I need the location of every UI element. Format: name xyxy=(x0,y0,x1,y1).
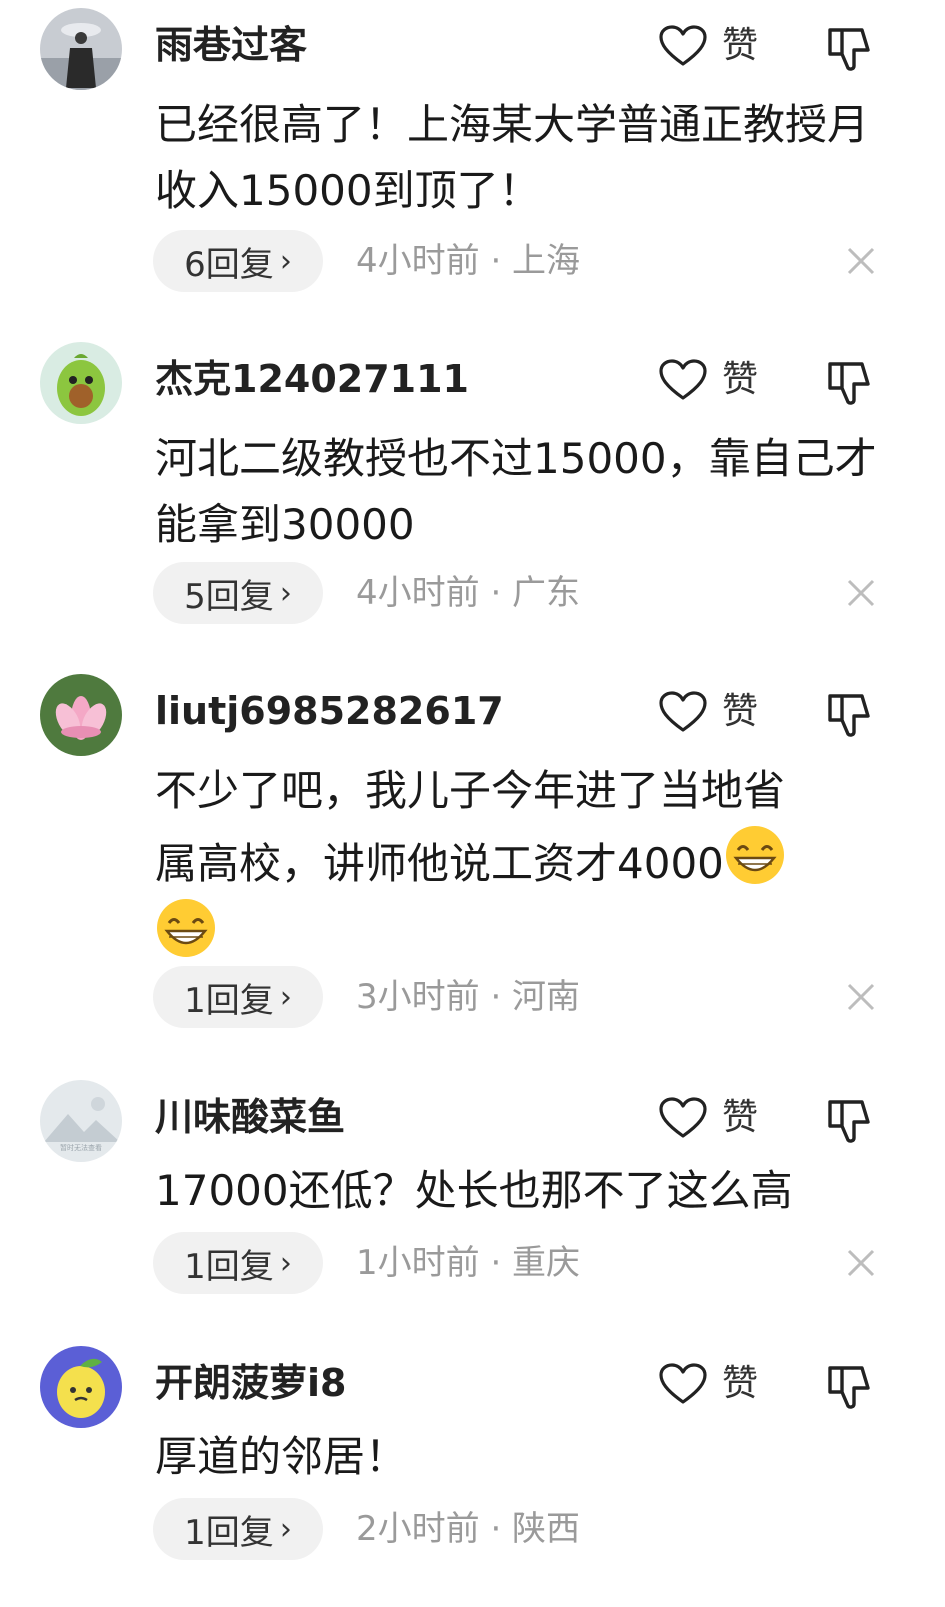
comment-text: 厚道的邻居！ xyxy=(155,1432,408,1481)
like-button[interactable]: 赞 xyxy=(658,1362,758,1406)
chevron-right-icon: › xyxy=(279,1245,292,1281)
username[interactable]: 杰克124027111 xyxy=(155,354,469,404)
avatar-caption: 暂时无法查看 xyxy=(60,1143,102,1152)
time-location: 4小时前 · 广东 xyxy=(356,573,581,613)
replies-label: 1回复 xyxy=(184,980,274,1021)
close-icon[interactable] xyxy=(845,245,877,277)
time-location: 4小时前 · 上海 xyxy=(356,241,581,281)
comment-text: 不少了吧，我儿子今年进了当地省 属高校，讲师他说工资才4000 xyxy=(155,758,885,970)
thumbs-down-icon xyxy=(828,28,870,71)
username[interactable]: liutj6985282617 xyxy=(155,686,504,736)
chevron-right-icon: › xyxy=(279,979,292,1015)
replies-button[interactable]: 6回复 › xyxy=(153,230,323,292)
thumbs-down-icon xyxy=(828,694,870,737)
close-icon[interactable] xyxy=(845,1247,877,1279)
username[interactable]: 雨巷过客 xyxy=(155,20,307,70)
time-location: 2小时前 · 陕西 xyxy=(356,1509,581,1549)
dislike-button[interactable] xyxy=(824,688,876,740)
chevron-right-icon: › xyxy=(279,575,292,611)
like-label: 赞 xyxy=(722,25,759,66)
heart-outline-icon xyxy=(659,691,707,732)
comment-meta: 6回复 › 4小时前 · 上海 xyxy=(153,230,893,292)
heart-outline-icon xyxy=(659,359,707,400)
time-location: 1小时前 · 重庆 xyxy=(356,1243,581,1283)
comment-text: 17000还低？处长也那不了这么高 xyxy=(155,1166,793,1215)
like-button[interactable]: 赞 xyxy=(658,1096,758,1140)
comment-text-line: 属高校，讲师他说工资才4000 xyxy=(155,839,724,888)
dislike-button[interactable] xyxy=(824,1360,876,1412)
thumbs-down-icon xyxy=(828,362,870,405)
avocado-avatar[interactable] xyxy=(40,342,122,424)
comment-text: 已经很高了！上海某大学普通正教授月收入15000到顶了！ xyxy=(155,100,870,215)
man-in-rain-avatar[interactable] xyxy=(40,8,122,90)
like-button[interactable]: 赞 xyxy=(658,690,758,734)
chevron-right-icon: › xyxy=(279,243,292,279)
replies-button[interactable]: 1回复 › xyxy=(153,1232,323,1294)
username[interactable]: 川味酸菜鱼 xyxy=(155,1092,345,1142)
comment-text: 河北二级教授也不过15000，靠自己才能拿到30000 xyxy=(155,434,877,549)
like-label: 赞 xyxy=(722,1097,759,1138)
replies-button[interactable]: 5回复 › xyxy=(153,562,323,624)
close-icon[interactable] xyxy=(845,981,877,1013)
like-label: 赞 xyxy=(722,1363,759,1404)
replies-label: 1回复 xyxy=(184,1512,274,1553)
comment-meta: 1回复 › 3小时前 · 河南 xyxy=(153,966,893,1028)
comment-meta: 1回复 › 2小时前 · 陕西 xyxy=(153,1498,893,1560)
comment-text-line xyxy=(155,897,885,970)
dislike-button[interactable] xyxy=(824,356,876,408)
comment-text-line-with-emoji: 属高校，讲师他说工资才4000 xyxy=(155,824,885,897)
heart-outline-icon xyxy=(659,1363,707,1404)
time-location: 3小时前 · 河南 xyxy=(356,977,581,1017)
like-label: 赞 xyxy=(722,359,759,400)
comment-meta: 5回复 › 4小时前 · 广东 xyxy=(153,562,893,624)
replies-label: 1回复 xyxy=(184,1246,274,1287)
like-button[interactable]: 赞 xyxy=(658,24,758,68)
like-label: 赞 xyxy=(722,691,759,732)
dislike-button[interactable] xyxy=(824,1094,876,1146)
lotus-avatar[interactable] xyxy=(40,674,122,756)
comment-meta: 1回复 › 1小时前 · 重庆 xyxy=(153,1232,893,1294)
thumbs-down-icon xyxy=(828,1100,870,1143)
close-icon[interactable] xyxy=(845,577,877,609)
username[interactable]: 开朗菠萝i8 xyxy=(155,1358,346,1408)
comment-text-line: 不少了吧，我儿子今年进了当地省 xyxy=(155,766,786,815)
dislike-button[interactable] xyxy=(824,22,876,74)
lemon-avatar[interactable] xyxy=(40,1346,122,1428)
replies-button[interactable]: 1回复 › xyxy=(153,966,323,1028)
replies-button[interactable]: 1回复 › xyxy=(153,1498,323,1560)
like-button[interactable]: 赞 xyxy=(658,358,758,402)
grinning-face-emoji xyxy=(157,899,215,957)
default-landscape-avatar[interactable]: 暂时无法查看 xyxy=(40,1080,122,1162)
thumbs-down-icon xyxy=(828,1366,870,1409)
grinning-face-emoji xyxy=(725,826,784,884)
replies-label: 6回复 xyxy=(184,244,274,285)
heart-outline-icon xyxy=(659,25,707,66)
heart-outline-icon xyxy=(659,1097,707,1138)
replies-label: 5回复 xyxy=(184,576,274,617)
chevron-right-icon: › xyxy=(279,1511,292,1547)
